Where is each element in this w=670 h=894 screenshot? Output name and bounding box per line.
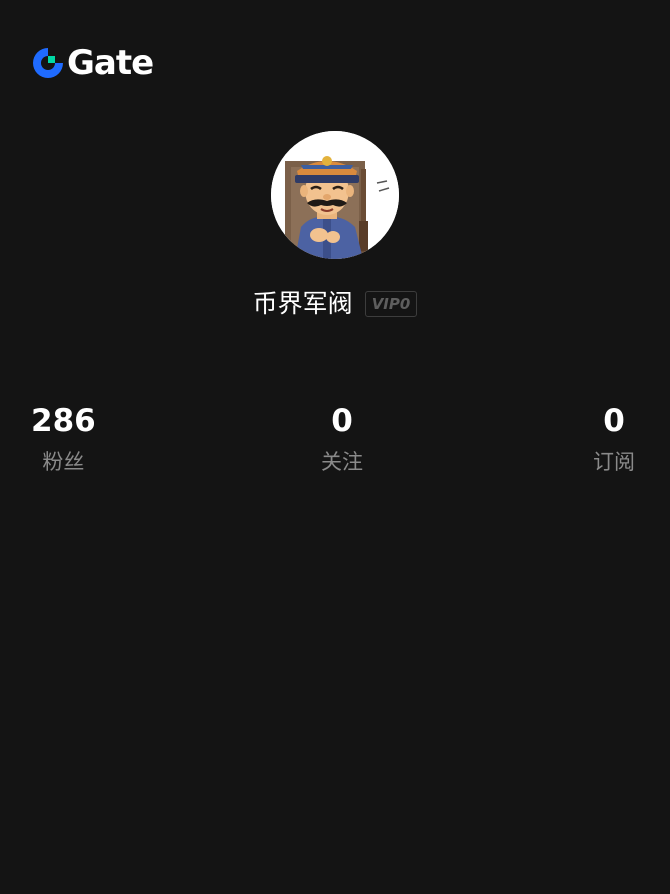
followers-count: 286 [31,403,96,439]
gate-logo[interactable]: Gate [31,43,154,83]
subscriptions-label: 订阅 [593,450,635,474]
username: 币界军阀 [252,289,353,318]
cartoon-officer-avatar-icon [271,131,399,259]
gate-logo-text: Gate [67,43,154,83]
stat-followers[interactable]: 286 粉丝 [31,400,96,480]
vip-badge: VIP0 [364,291,418,317]
profile-page: Gate 币界军阀 VIP0 286 粉丝 0 关注 0 订阅 [0,0,670,894]
followers-label: 粉丝 [42,450,85,474]
avatar[interactable] [271,131,399,259]
following-label: 关注 [321,450,363,474]
following-count: 0 [331,403,353,439]
stat-following[interactable]: 0 关注 [318,400,366,480]
stat-subscriptions[interactable]: 0 订阅 [590,400,638,480]
profile-name-row: 币界军阀 VIP0 [0,286,670,322]
subscriptions-count: 0 [603,403,625,439]
gate-logo-icon [33,48,63,78]
